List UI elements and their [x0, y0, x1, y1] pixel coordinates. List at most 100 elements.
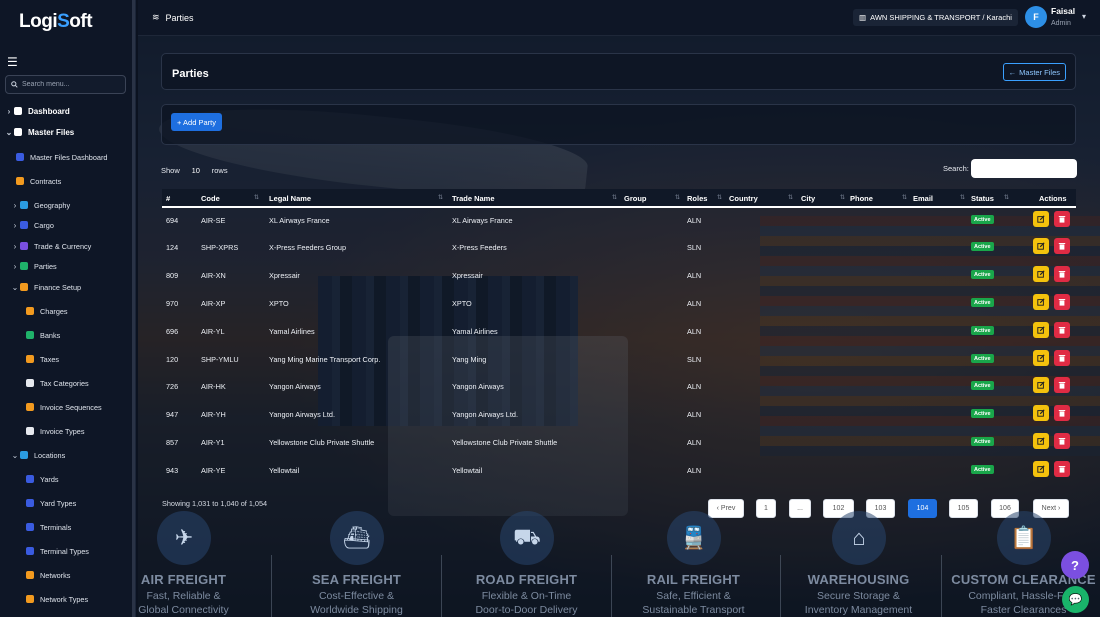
edit-icon [1037, 381, 1045, 389]
sort-icon[interactable]: ⇅ [438, 194, 443, 201]
column-header[interactable]: Email [913, 194, 933, 203]
delete-button[interactable] [1054, 433, 1070, 449]
sidebar-item-networks[interactable]: Networks [26, 568, 70, 582]
column-header[interactable]: Phone [850, 194, 873, 203]
table-row[interactable]: 970 AIR-XP XPTO XPTO ALN Active [162, 289, 1076, 317]
app-logo[interactable]: LogiSoft [19, 11, 93, 33]
delete-button[interactable] [1054, 322, 1070, 338]
column-header[interactable]: Status [971, 194, 994, 203]
sidebar-item-master-files-dashboard[interactable]: Master Files Dashboard [16, 150, 107, 164]
sort-icon[interactable]: ⇅ [254, 194, 259, 201]
avatar[interactable]: F [1025, 6, 1047, 28]
delete-button[interactable] [1054, 211, 1070, 227]
status-badge: Active [971, 270, 994, 279]
menu-toggle-icon[interactable]: ☰ [7, 55, 18, 69]
sidebar-item-contracts[interactable]: Contracts [16, 174, 61, 188]
sidebar-item-terminals[interactable]: Terminals [26, 520, 71, 534]
sidebar-item-terminal-types[interactable]: Terminal Types [26, 544, 89, 558]
add-party-button[interactable]: + Add Party [171, 113, 222, 131]
edit-button[interactable] [1033, 322, 1049, 338]
sort-icon[interactable]: ⇅ [788, 194, 793, 201]
table-row[interactable]: 943 AIR-YE Yellowtail Yellowtail ALN Active [162, 456, 1076, 484]
chevron-icon: › [13, 220, 17, 230]
column-header[interactable]: Roles [687, 194, 707, 203]
table-row[interactable]: 124 SHP-XPRS X-Press Feeders Group X-Press … [162, 233, 1076, 261]
sidebar-item-label: Banks [40, 330, 61, 340]
sort-icon[interactable]: ⇅ [717, 194, 722, 201]
sidebar-item-banks[interactable]: Banks [26, 328, 60, 342]
sidebar-item-parties[interactable]: › Parties [10, 259, 57, 273]
edit-button[interactable] [1033, 461, 1049, 477]
menu-icon [14, 107, 22, 115]
sidebar-item-cargo[interactable]: › Cargo [10, 218, 54, 232]
edit-button[interactable] [1033, 238, 1049, 254]
sidebar-item-taxes[interactable]: Taxes [26, 352, 59, 366]
delete-button[interactable] [1054, 377, 1070, 393]
sidebar-item-trade-currency[interactable]: › Trade & Currency [10, 239, 92, 253]
table-row[interactable]: 809 AIR-XN Xpressair Xpressair ALN Active [162, 261, 1076, 289]
trash-icon [1058, 355, 1066, 362]
edit-button[interactable] [1033, 350, 1049, 366]
edit-button[interactable] [1033, 405, 1049, 421]
sort-icon[interactable]: ⇅ [840, 194, 845, 201]
column-header[interactable]: City [801, 194, 815, 203]
help-button[interactable]: ? [1061, 551, 1089, 579]
table-search-input[interactable] [971, 159, 1077, 178]
column-header[interactable]: Legal Name [269, 194, 311, 203]
column-header[interactable]: Group [624, 194, 647, 203]
column-header[interactable]: # [166, 194, 170, 203]
edit-button[interactable] [1033, 211, 1049, 227]
sidebar-item-yards[interactable]: Yards [26, 472, 59, 486]
edit-button[interactable] [1033, 433, 1049, 449]
delete-button[interactable] [1054, 350, 1070, 366]
sidebar-search[interactable] [5, 75, 126, 94]
table-row[interactable]: 694 AIR-SE XL Airways France XL Airways Fra… [162, 206, 1076, 234]
table-row[interactable]: 726 AIR-HK Yangon Airways Yangon Airways ALN… [162, 372, 1076, 400]
company-selector[interactable]: ▥ AWN SHIPPING & TRANSPORT / Karachi [853, 9, 1018, 26]
sort-icon[interactable]: ⇅ [675, 194, 680, 201]
sidebar-search-input[interactable] [22, 81, 122, 88]
sort-icon[interactable]: ⇅ [902, 194, 907, 201]
column-header[interactable]: Country [729, 194, 758, 203]
sort-icon[interactable]: ⇅ [960, 194, 965, 201]
sidebar-item-dashboard[interactable]: › Dashboard [4, 104, 70, 118]
chevron-down-icon[interactable]: ▾ [1082, 12, 1086, 21]
sidebar-item-network-types[interactable]: Network Types [26, 592, 88, 606]
service-sea-freight: ⛴ SEA FREIGHT Cost-Effective & Worldwide Sh… [274, 511, 439, 617]
sort-icon[interactable]: ⇅ [612, 194, 617, 201]
delete-button[interactable] [1054, 461, 1070, 477]
sidebar-item-invoice-types[interactable]: Invoice Types [26, 424, 84, 438]
column-header[interactable]: Trade Name [452, 194, 495, 203]
delete-button[interactable] [1054, 266, 1070, 282]
sidebar-item-tax-categories[interactable]: Tax Categories [26, 376, 89, 390]
sidebar-item-geography[interactable]: › Geography [10, 198, 70, 212]
delete-button[interactable] [1054, 405, 1070, 421]
delete-button[interactable] [1054, 294, 1070, 310]
column-header[interactable]: Actions [1039, 194, 1067, 203]
sidebar-item-master-files[interactable]: ⌄ Master Files [4, 125, 75, 139]
edit-button[interactable] [1033, 266, 1049, 282]
rows-select[interactable]: 10 [185, 164, 207, 177]
sidebar-item-locations[interactable]: ⌄ Locations [10, 448, 66, 462]
pagination-info: Showing 1,031 to 1,040 of 1,054 [162, 499, 268, 508]
sort-icon[interactable]: ⇅ [1004, 194, 1009, 201]
menu-icon [26, 475, 34, 483]
table-row[interactable]: 947 AIR-YH Yangon Airways Ltd. Yangon Airwa… [162, 400, 1076, 428]
table-row[interactable]: 696 AIR-YL Yamal Airlines Yamal Airlines ALN… [162, 317, 1076, 345]
service-title: ROAD FREIGHT [475, 572, 578, 587]
edit-button[interactable] [1033, 294, 1049, 310]
sidebar-item-finance-setup[interactable]: ⌄ Finance Setup [10, 280, 81, 294]
table-row[interactable]: 120 SHP-YMLU Yang Ming Marine Transport Co… [162, 345, 1076, 373]
cell-id: 943 [166, 466, 179, 475]
sidebar-item-yard-types[interactable]: Yard Types [26, 496, 76, 510]
table-row[interactable]: 857 AIR-Y1 Yellowstone Club Private Shuttl… [162, 428, 1076, 456]
user-name[interactable]: Faisal [1051, 6, 1075, 16]
chat-button[interactable]: 💬 [1062, 586, 1089, 613]
master-files-button[interactable]: ← Master Files [1002, 63, 1066, 81]
sidebar-item-invoice-sequences[interactable]: Invoice Sequences [26, 400, 102, 414]
cell-id: 124 [166, 243, 179, 252]
sidebar-item-charges[interactable]: Charges [26, 304, 68, 318]
edit-button[interactable] [1033, 377, 1049, 393]
column-header[interactable]: Code [201, 194, 220, 203]
delete-button[interactable] [1054, 238, 1070, 254]
